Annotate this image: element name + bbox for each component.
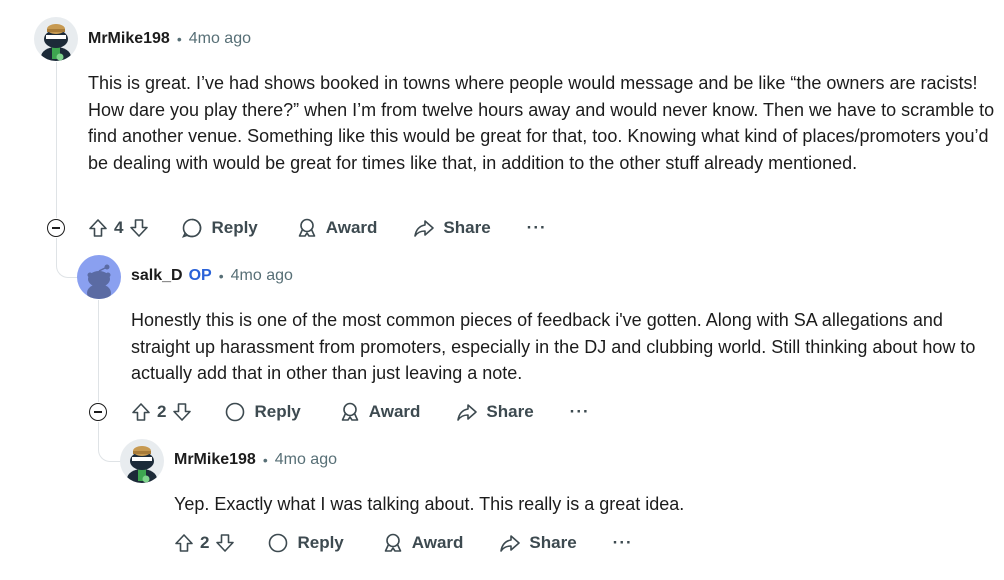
upvote-icon[interactable] [174,533,194,553]
award-icon [298,218,316,237]
vote-control: 2 [131,402,192,422]
comment-actions: 2 Reply Award Share ··· [131,396,590,428]
upvote-icon[interactable] [88,218,108,238]
snoo-cap-icon [120,439,164,483]
separator-dot: • [176,31,182,47]
avatar[interactable] [34,17,78,61]
share-button[interactable]: Share [413,217,491,239]
share-icon [500,535,521,552]
award-icon [341,402,359,421]
award-label: Award [325,218,378,237]
reply-label: Reply [211,218,258,237]
vote-count: 2 [200,533,210,552]
comment-author[interactable]: MrMike198 [88,30,170,48]
comment-body: Yep. Exactly what I was talking about. T… [174,494,685,514]
share-icon [414,220,435,237]
thread-connector [56,238,79,278]
downvote-icon[interactable] [129,218,149,238]
comment-time[interactable]: 4mo ago [275,451,337,469]
share-label: Share [486,402,534,421]
more-options-icon: ··· [612,533,633,552]
more-options-icon: ··· [526,218,547,237]
more-options-button[interactable]: ··· [613,533,633,553]
award-label: Award [368,402,421,421]
separator-dot: • [218,268,224,284]
avatar[interactable] [120,439,164,483]
award-button[interactable]: Award [296,217,378,239]
share-button[interactable]: Share [456,401,534,423]
downvote-icon[interactable] [172,402,192,422]
comment-time[interactable]: 4mo ago [231,267,293,285]
comment-author[interactable]: salk_D [131,267,183,285]
op-badge: OP [188,267,212,284]
comment-body: This is great. I’ve had shows booked in … [88,73,995,173]
share-button[interactable]: Share [499,532,577,554]
share-label: Share [443,218,491,237]
reply-label: Reply [254,402,301,421]
more-options-button[interactable]: ··· [527,218,547,238]
comment-author[interactable]: MrMike198 [174,451,256,469]
comment-body: Honestly this is one of the most common … [131,310,976,384]
share-icon [457,404,478,421]
reply-button[interactable]: Reply [267,532,344,554]
award-button[interactable]: Award [382,532,464,554]
comment-bubble-icon [269,533,288,553]
comment-actions: 4 Reply Award Share ··· [88,212,547,244]
share-label: Share [529,533,577,552]
vote-count: 2 [157,402,167,421]
snoo-cap-icon [34,17,78,61]
vote-control: 4 [88,218,149,238]
upvote-icon[interactable] [131,402,151,422]
collapse-thread-button[interactable] [47,219,65,237]
comment-bubble-icon [182,218,202,238]
vote-control: 2 [174,533,235,553]
default-snoo-icon [77,255,121,299]
comment-actions: 2 Reply Award Share ··· [174,527,633,559]
reply-label: Reply [297,533,344,552]
thread-line [98,300,99,402]
comment-time[interactable]: 4mo ago [189,30,251,48]
award-button[interactable]: Award [339,401,421,423]
avatar[interactable] [77,255,121,299]
reply-button[interactable]: Reply [181,217,258,239]
comment-bubble-icon [226,402,245,422]
award-label: Award [411,533,464,552]
downvote-icon[interactable] [215,533,235,553]
more-options-icon: ··· [569,402,590,421]
separator-dot: • [262,452,268,468]
award-icon [384,533,402,552]
collapse-thread-button[interactable] [89,403,107,421]
thread-connector [98,422,121,462]
more-options-button[interactable]: ··· [570,402,590,422]
thread-line [56,62,57,218]
reply-button[interactable]: Reply [224,401,301,423]
vote-count: 4 [114,218,124,237]
